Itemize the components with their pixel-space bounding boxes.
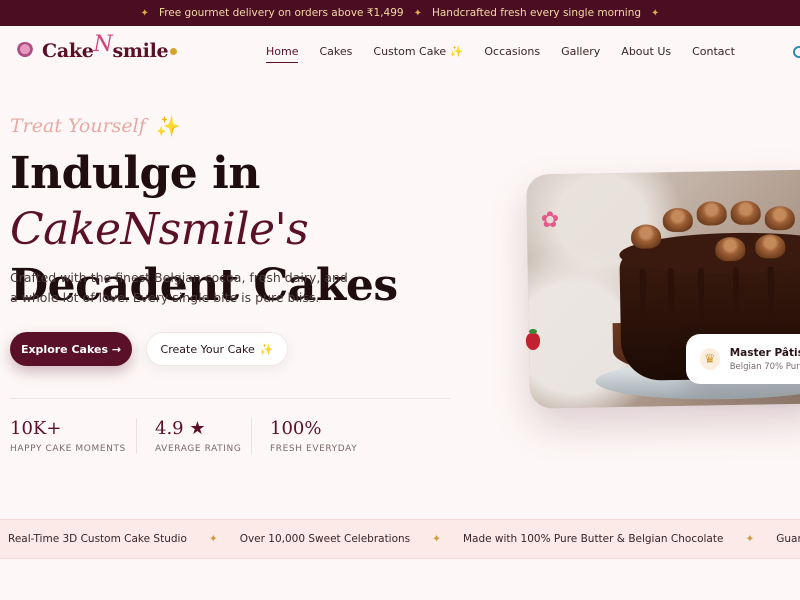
ticker-item: Over 10,000 Sweet Celebrations (239, 533, 411, 545)
stat-value: 100% (270, 418, 322, 439)
frosting-swirl (662, 207, 694, 233)
flower-icon: ✿ (540, 208, 560, 233)
stat-label: HAPPY CAKE MOMENTS (10, 444, 126, 454)
chocolate-drip (639, 268, 647, 329)
ticker-item: Made with 100% Pure Butter & Belgian Cho… (462, 533, 724, 545)
chocolate-drip (667, 268, 675, 315)
nav-link-home[interactable]: Home (266, 45, 299, 63)
strawberry-icon (526, 329, 540, 350)
chocolate-drip (767, 266, 775, 325)
nav-link-cakes[interactable]: Cakes (319, 45, 352, 63)
feature-ticker: Real-Time 3D Custom Cake Studio ✦ Over 1… (0, 519, 800, 559)
brand-name-part1: Cake (42, 40, 94, 62)
search-icon[interactable] (793, 46, 800, 58)
nav-link-gallery[interactable]: Gallery (561, 45, 600, 63)
brand-name-part2: smile (112, 40, 169, 62)
sparkle-icon: ✦ (432, 533, 441, 545)
nav-link-contact[interactable]: Contact (692, 45, 735, 63)
sparkle-icon: ✦ (413, 7, 422, 19)
stat-separator (136, 418, 137, 454)
stat-fresh-everyday: 100% FRESH EVERYDAY (270, 418, 357, 454)
hero-eyebrow-text: Treat Yourself (10, 115, 146, 137)
frosting-swirl (715, 236, 746, 262)
stat-value: 10K+ (10, 418, 62, 439)
frosting-swirl (755, 234, 786, 259)
master-patissier-badge: ♛ Master Pâtissier Belgian 70% Pure (686, 334, 800, 384)
sparkle-icon: ✦ (651, 7, 660, 19)
hero-title-prefix: Indulge in (10, 148, 260, 199)
ticker-item: Real-Time 3D Custom Cake Studio (8, 533, 187, 545)
frosting-swirl (764, 205, 795, 231)
frosting-swirl (730, 200, 761, 226)
hero-eyebrow: Treat Yourself ✨ (10, 114, 181, 138)
announcement-message: Handcrafted fresh every single morning (431, 7, 642, 19)
sparkle-icon: ✦ (140, 7, 149, 19)
stat-label: FRESH EVERYDAY (270, 444, 358, 454)
badge-title: Master Pâtissier (729, 346, 800, 359)
brand-name-n: N (93, 32, 113, 57)
logo-icon (16, 41, 34, 60)
sparkle-icon: ✨ (155, 114, 181, 138)
ticker-item: Guaranteed On-Time Ter (776, 533, 800, 545)
brand-logo[interactable]: Cake N smile (16, 32, 178, 63)
stat-label: AVERAGE RATING (155, 444, 242, 454)
stats-divider (10, 398, 450, 399)
chocolate-drip (697, 267, 705, 332)
create-your-cake-label: Create Your Cake (160, 342, 255, 356)
stat-value: 4.9 ★ (155, 418, 206, 439)
announcement-bar: ✦ Free gourmet delivery on orders above … (0, 0, 800, 26)
stat-separator (251, 418, 252, 454)
crown-icon: ♛ (700, 348, 720, 370)
nav-link-about-us[interactable]: About Us (621, 45, 671, 63)
sparkle-icon: ✨ (259, 342, 274, 356)
main-navigation: Cake N smile Home Cakes Custom Cake ✨ Oc… (0, 26, 800, 80)
stat-average-rating: 4.9 ★ AVERAGE RATING (155, 418, 241, 454)
frosting-swirl (696, 201, 727, 226)
brand-dot-icon (170, 48, 178, 55)
chocolate-drip (732, 266, 740, 318)
nav-link-occasions[interactable]: Occasions (484, 45, 540, 63)
hero-title-brand: CakeNsmile's (10, 204, 309, 255)
badge-subtitle: Belgian 70% Pure (729, 361, 800, 372)
explore-cakes-button[interactable]: Explore Cakes → (10, 332, 132, 366)
nav-menu: Home Cakes Custom Cake ✨ Occasions Galle… (266, 45, 735, 63)
sparkle-icon: ✦ (745, 533, 755, 545)
frosting-swirl (630, 224, 662, 249)
sparkle-icon: ✦ (208, 533, 218, 545)
create-your-cake-button[interactable]: Create Your Cake ✨ (146, 332, 288, 366)
stat-happy-moments: 10K+ HAPPY CAKE MOMENTS (10, 418, 126, 454)
nav-link-custom-cake[interactable]: Custom Cake ✨ (373, 45, 463, 63)
announcement-message: Free gourmet delivery on orders above ₹1… (158, 7, 404, 19)
brand-name: Cake N smile (42, 32, 178, 63)
hero-description: Crafted with the finest Belgian cocoa, f… (10, 270, 348, 305)
